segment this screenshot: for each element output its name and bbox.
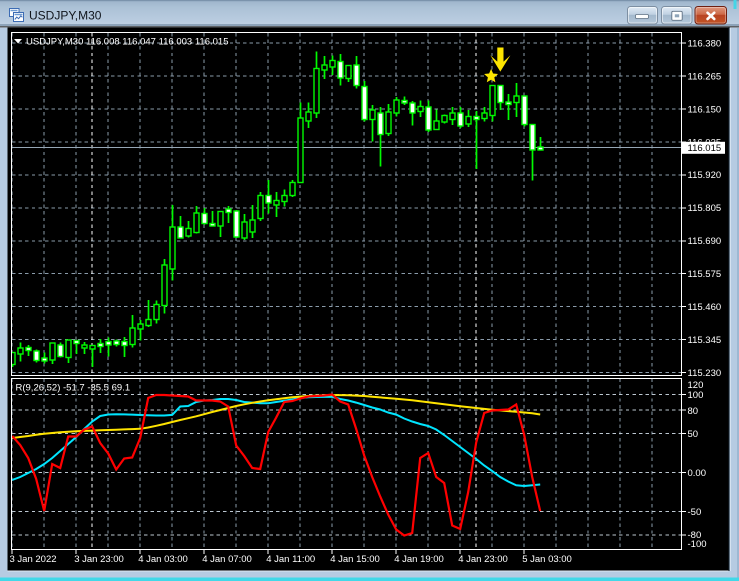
svg-text:115.920: 115.920 [688, 170, 722, 181]
svg-text:115.805: 115.805 [688, 203, 722, 214]
svg-text:4 Jan 15:00: 4 Jan 15:00 [330, 554, 380, 565]
svg-text:115.690: 115.690 [688, 236, 722, 247]
svg-text:5 Jan 03:00: 5 Jan 03:00 [522, 554, 572, 565]
svg-text:4 Jan 19:00: 4 Jan 19:00 [394, 554, 444, 565]
svg-text:0.00: 0.00 [688, 468, 707, 479]
svg-text:115.575: 115.575 [688, 269, 722, 280]
svg-text:116.015: 116.015 [688, 143, 722, 154]
svg-text:100: 100 [688, 390, 704, 401]
svg-text:4 Jan 07:00: 4 Jan 07:00 [202, 554, 252, 565]
svg-text:115.460: 115.460 [688, 302, 722, 313]
svg-text:3 Jan 23:00: 3 Jan 23:00 [74, 554, 124, 565]
svg-text:USDJPY,M30 116.008 116.047 11: USDJPY,M30 116.008 116.047 116.003 116.0… [26, 37, 228, 48]
svg-text:116.380: 116.380 [688, 38, 722, 49]
svg-text:50: 50 [688, 429, 699, 440]
svg-text:115.345: 115.345 [688, 335, 722, 346]
svg-text:115.230: 115.230 [688, 368, 722, 379]
svg-text:4 Jan 11:00: 4 Jan 11:00 [266, 554, 315, 565]
svg-text:4 Jan 03:00: 4 Jan 03:00 [138, 554, 188, 565]
svg-text:-100: -100 [688, 539, 707, 550]
svg-text:-50: -50 [688, 507, 702, 518]
svg-text:80: 80 [688, 406, 699, 417]
svg-text:116.265: 116.265 [688, 71, 722, 82]
svg-text:R(9,26,52) -51.7 -35.5 69.1: R(9,26,52) -51.7 -35.5 69.1 [16, 383, 131, 394]
svg-text:3 Jan 2022: 3 Jan 2022 [10, 554, 57, 565]
svg-text:4 Jan 23:00: 4 Jan 23:00 [458, 554, 508, 565]
svg-text:USDJPY,M30: USDJPY,M30 [29, 9, 102, 23]
svg-text:116.150: 116.150 [688, 104, 722, 115]
